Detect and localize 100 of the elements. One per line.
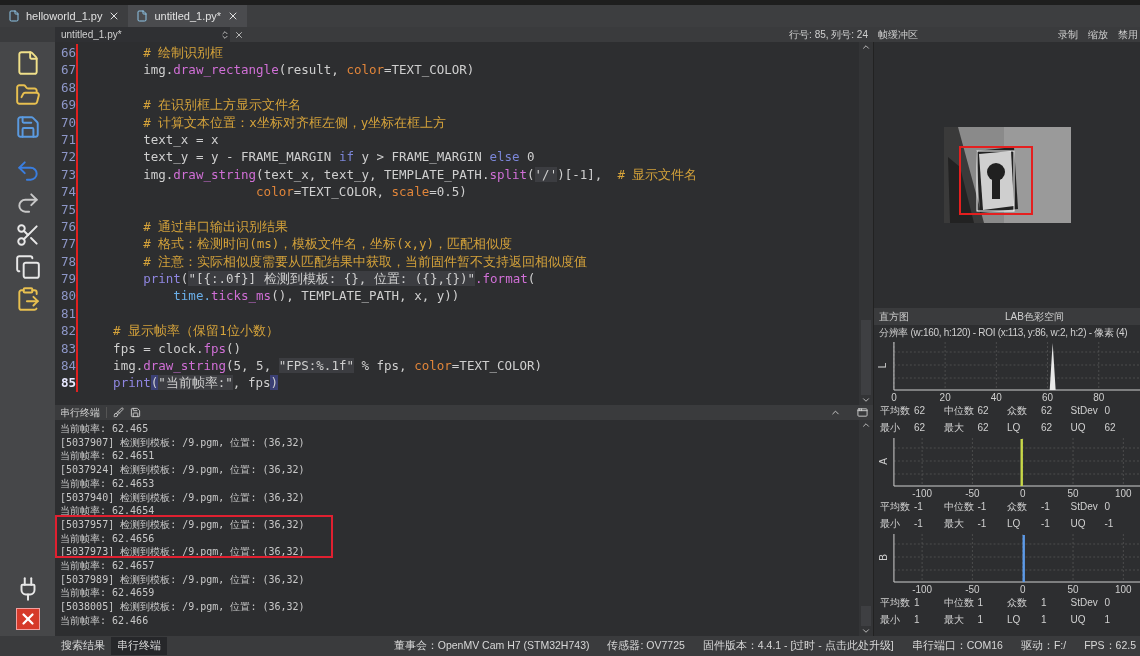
stat-label: 最小 <box>880 613 901 627</box>
line-number: 84 <box>59 357 76 375</box>
terminal-line: 当前帧率: 62.4654 <box>60 504 156 518</box>
line-number: 71 <box>59 130 76 149</box>
stat-label: LQ <box>1007 517 1022 531</box>
terminal-line: 当前帧率: 62.4651 <box>60 449 156 464</box>
stat-value: 62 <box>977 404 989 418</box>
file-tab[interactable]: untitled_1.py* <box>128 5 248 27</box>
scroll-down-icon[interactable] <box>861 395 871 405</box>
folder-icon[interactable] <box>14 82 41 108</box>
panel-title: 直方图 <box>879 310 909 324</box>
channel-label: L <box>876 362 890 369</box>
stat-value: 62 <box>1041 421 1053 435</box>
status-item: FPS：62.5 <box>1084 638 1136 654</box>
stat-value: 1 <box>914 613 920 627</box>
save-icon[interactable] <box>14 114 41 140</box>
terminal-line: [5037907] 检测到模板: /9.pgm, 位置: (36,32) <box>60 435 306 450</box>
axis-tick-label: -50 <box>965 488 980 498</box>
line-number: 66 <box>59 44 76 62</box>
stat-label: 最大 <box>943 421 965 435</box>
stat-value: -1 <box>977 500 987 514</box>
stat-value: 1 <box>977 613 984 627</box>
terminal-line: 当前帧率: 62.4659 <box>60 586 156 601</box>
code-line: print("[{:.0f}] 检测到模板: {}, 位置: ({},{})".format( <box>142 270 536 288</box>
status-item[interactable]: 固件版本：4.4.1 - [过时 - 点击此处升级] <box>702 638 894 654</box>
axis-tick-label: 80 <box>1093 392 1105 402</box>
code-line: img.draw_string(text_x, text_y, TEMPLATE_PATH.split('/')[-1], # 显示文件名 <box>142 165 698 184</box>
stat-label: 众数 <box>1007 500 1028 514</box>
toolbar-button[interactable]: 录制 <box>1058 27 1078 42</box>
window-icon[interactable] <box>857 407 868 418</box>
axis-tick-label: 0 <box>1019 488 1026 498</box>
scrollbar[interactable] <box>859 42 873 405</box>
line-number: 72 <box>59 148 76 166</box>
scroll-down-icon[interactable] <box>861 626 871 636</box>
line-number: 80 <box>59 287 76 305</box>
stat-label: StDev <box>1070 404 1099 418</box>
stat-label: 平均数 <box>880 596 911 610</box>
copy-icon[interactable] <box>14 254 41 280</box>
code-line: # 显示帧率（保留1位小数） <box>112 322 279 340</box>
terminal-line: 当前帧率: 62.4656 <box>60 531 156 546</box>
stat-value: -1 <box>1041 500 1050 514</box>
clear-icon[interactable] <box>113 407 124 418</box>
code-line: img.draw_rectangle(result, color=TEXT_COLOR) <box>142 61 475 79</box>
toolbar-button[interactable]: 禁用 <box>1118 27 1138 42</box>
axis-tick-label: 20 <box>939 392 951 402</box>
code-line: img.draw_string(5, 5, "FPS:%.1f" % fps, color=TEXT_COLOR) <box>112 357 543 375</box>
code-line: # 格式：检测时间(ms)，模板文件名，坐标(x,y)，匹配相似度 <box>142 235 512 253</box>
axis-tick-label: -100 <box>912 488 933 498</box>
python-file-icon <box>136 10 149 22</box>
stat-label: UQ <box>1070 421 1087 435</box>
code-line: # 注意：实际相似度需要从匹配结果中获取，当前固件暂不支持返回相似度值 <box>142 252 588 271</box>
panel-tab[interactable]: 搜索结果 <box>55 637 111 655</box>
toolbar-button[interactable]: 缩放 <box>1088 27 1108 42</box>
stat-value: 62 <box>977 421 989 435</box>
scrollbar[interactable] <box>859 420 873 636</box>
file-selector[interactable]: untitled_1.py* <box>55 27 230 42</box>
close-icon[interactable] <box>234 29 244 40</box>
line-number: 68 <box>59 78 76 97</box>
stop-button[interactable] <box>15 608 40 630</box>
save-icon[interactable] <box>130 407 141 418</box>
axis-tick-label: 100 <box>1115 488 1132 498</box>
stat-label: 最大 <box>943 613 965 627</box>
cursor-position: 行号: 85, 列号: 24 <box>789 28 868 42</box>
stat-value: -1 <box>914 500 923 514</box>
stat-value: -1 <box>1104 517 1114 531</box>
scroll-up-icon[interactable] <box>861 42 871 52</box>
python-file-icon <box>8 10 20 22</box>
stat-value: 1 <box>1104 613 1111 627</box>
scroll-up-icon[interactable] <box>861 420 871 430</box>
stat-value: -1 <box>914 517 923 531</box>
terminal-line: [5037989] 检测到模板: /9.pgm, 位置: (36,32) <box>60 572 306 587</box>
stat-value: -1 <box>1041 517 1050 531</box>
line-number: 73 <box>59 165 76 184</box>
line-number: 81 <box>59 304 76 323</box>
stat-label: 最小 <box>880 517 901 531</box>
axis-tick-label: -50 <box>965 584 980 594</box>
stat-label: 平均数 <box>880 500 911 514</box>
stat-value: 62 <box>1041 404 1053 418</box>
stat-label: 中位数 <box>943 500 975 514</box>
code-line: # 通过串口输出识别结果 <box>142 217 289 236</box>
code-line: # 计算文本位置：x坐标对齐框左侧，y坐标在框上方 <box>142 113 447 131</box>
channel-label: B <box>876 554 890 561</box>
stat-label: StDev <box>1070 596 1099 610</box>
code-line: # 绘制识别框 <box>142 44 224 62</box>
stat-value: -1 <box>977 517 987 531</box>
line-number: 78 <box>59 252 76 271</box>
axis-tick-label: 60 <box>1042 392 1054 402</box>
terminal-line: 当前帧率: 62.4653 <box>60 476 156 491</box>
terminal-line: 当前帧率: 62.465 <box>60 422 150 436</box>
line-number: 83 <box>59 339 76 358</box>
stat-value: 1 <box>914 596 920 610</box>
stat-label: 最小 <box>880 421 901 435</box>
color-space-dropdown[interactable]: LAB色彩空间 <box>1005 309 1064 324</box>
stat-value: 1 <box>977 596 984 610</box>
cut-icon[interactable] <box>14 222 41 248</box>
axis-tick-label: -100 <box>912 584 933 594</box>
stat-label: 众数 <box>1007 596 1028 610</box>
panel-tab[interactable]: 串行终端 <box>111 637 167 655</box>
stat-value: 62 <box>1104 421 1116 435</box>
stat-value: 0 <box>1104 404 1111 418</box>
